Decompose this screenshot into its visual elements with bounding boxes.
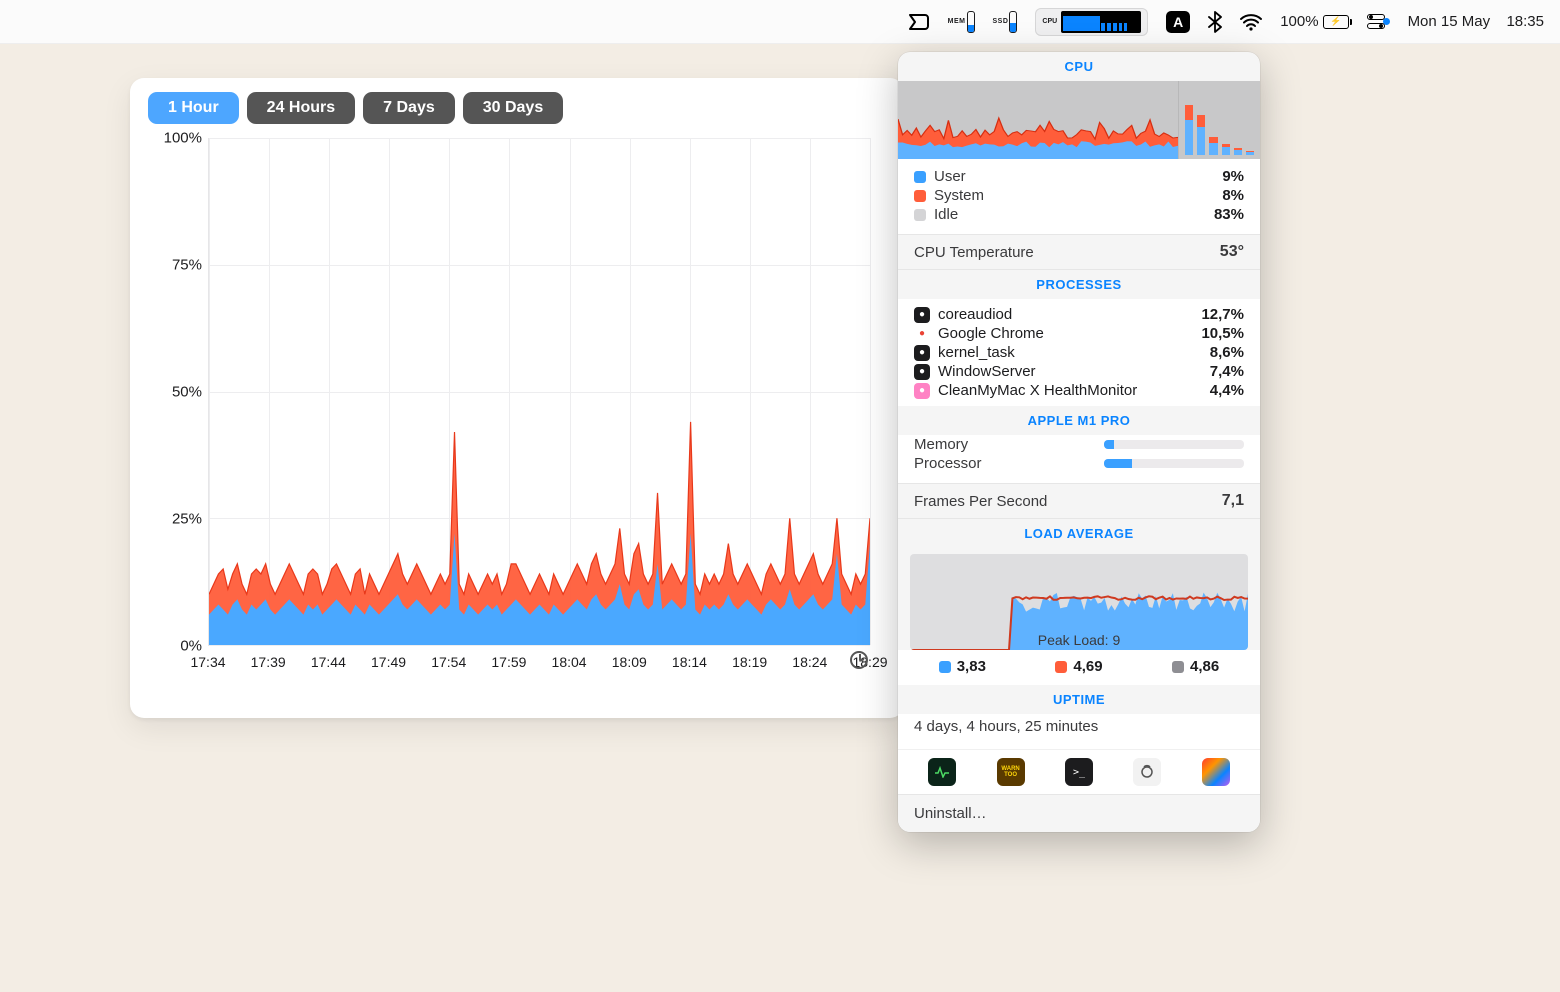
app-istat[interactable] bbox=[1202, 758, 1230, 786]
load-values: 3,83 4,69 4,86 bbox=[898, 650, 1260, 685]
y-tick: 75% bbox=[148, 257, 202, 274]
x-tick: 17:54 bbox=[431, 654, 466, 670]
load-average-graph: Peak Load: 9 bbox=[910, 554, 1248, 650]
ssd-label: SSD bbox=[993, 19, 1009, 25]
process-row: ●kernel_task8,6% bbox=[898, 343, 1260, 362]
app-shortcuts: WARNTOO >_ bbox=[898, 749, 1260, 794]
x-tick: 17:49 bbox=[371, 654, 406, 670]
fps-label: Frames Per Second bbox=[914, 493, 1047, 510]
menu-item-bluetooth[interactable] bbox=[1208, 11, 1222, 33]
cpu-mini-graph bbox=[898, 81, 1260, 159]
memory-label: MEM bbox=[948, 19, 966, 25]
popup-title: CPU bbox=[898, 52, 1260, 81]
y-tick: 50% bbox=[148, 384, 202, 401]
cpu-bars-icon bbox=[1061, 11, 1141, 33]
cpu-history-panel: 1 Hour 24 Hours 7 Days 30 Days 100% 75% 50… bbox=[130, 78, 904, 718]
x-tick: 18:09 bbox=[612, 654, 647, 670]
cpu-temperature-label: CPU Temperature bbox=[914, 244, 1034, 261]
usage-row: User9% bbox=[898, 167, 1260, 186]
tab-1-hour[interactable]: 1 Hour bbox=[148, 92, 239, 124]
fps-value: 7,1 bbox=[1222, 492, 1244, 510]
menu-item-battery[interactable]: 100% ⚡ bbox=[1280, 13, 1348, 30]
menu-item-control-center[interactable] bbox=[1367, 14, 1390, 29]
cpu-usage-list: User9%System8%Idle83% bbox=[898, 159, 1260, 234]
memory-label: Memory bbox=[914, 436, 968, 453]
tab-30-days[interactable]: 30 Days bbox=[463, 92, 564, 124]
menubar: MEM SSD CPU A 100% ⚡ Mon 15 May 18:35 bbox=[0, 0, 1560, 44]
memory-bar bbox=[1104, 440, 1244, 449]
x-tick: 18:14 bbox=[672, 654, 707, 670]
chip-bars: Memory Processor bbox=[898, 435, 1260, 483]
cpu-temperature-value: 53° bbox=[1220, 243, 1244, 261]
processor-bar bbox=[1104, 459, 1244, 468]
y-tick: 0% bbox=[148, 638, 202, 655]
y-tick: 100% bbox=[148, 130, 202, 147]
cpu-label: CPU bbox=[1042, 19, 1057, 25]
menu-item-clock[interactable]: Mon 15 May 18:35 bbox=[1408, 13, 1544, 30]
y-tick: 25% bbox=[148, 511, 202, 528]
x-tick: 17:39 bbox=[251, 654, 286, 670]
menubar-date: Mon 15 May bbox=[1408, 13, 1491, 30]
menu-item-app1[interactable] bbox=[908, 12, 930, 32]
usage-row: System8% bbox=[898, 186, 1260, 205]
cpu-temperature-row: CPU Temperature 53° bbox=[898, 234, 1260, 270]
battery-icon: ⚡ bbox=[1323, 15, 1349, 29]
x-tick: 18:24 bbox=[792, 654, 827, 670]
menu-item-memory[interactable]: MEM bbox=[948, 11, 975, 33]
menu-item-wifi[interactable] bbox=[1240, 13, 1262, 31]
process-row: ●coreaudiod12,7% bbox=[898, 305, 1260, 324]
bluetooth-icon bbox=[1208, 11, 1222, 33]
app-console[interactable]: WARNTOO bbox=[997, 758, 1025, 786]
uninstall-button[interactable]: Uninstall… bbox=[898, 794, 1260, 832]
process-list: ●coreaudiod12,7%●Google Chrome10,5%●kern… bbox=[898, 299, 1260, 406]
clock-icon bbox=[850, 651, 868, 669]
x-tick: 18:04 bbox=[552, 654, 587, 670]
fps-row: Frames Per Second 7,1 bbox=[898, 483, 1260, 519]
x-tick: 17:34 bbox=[190, 654, 225, 670]
battery-percent: 100% bbox=[1280, 13, 1318, 30]
processor-label: Processor bbox=[914, 455, 982, 472]
process-row: ●Google Chrome10,5% bbox=[898, 324, 1260, 343]
app-activity-monitor[interactable] bbox=[928, 758, 956, 786]
x-tick: 17:44 bbox=[311, 654, 346, 670]
menubar-time: 18:35 bbox=[1506, 13, 1544, 30]
uptime-value: 4 days, 4 hours, 25 minutes bbox=[898, 714, 1260, 749]
usage-row: Idle83% bbox=[898, 205, 1260, 224]
wifi-icon bbox=[1240, 13, 1262, 31]
chart-area: 100% 75% 50% 25% 0% 17:34 17:39 17:44 17:49 17:5… bbox=[148, 132, 886, 690]
tab-7-days[interactable]: 7 Days bbox=[363, 92, 455, 124]
app-system-info[interactable] bbox=[1133, 758, 1161, 786]
process-row: ●CleanMyMac X HealthMonitor4,4% bbox=[898, 381, 1260, 400]
chip-title: APPLE M1 PRO bbox=[898, 406, 1260, 435]
peak-load-label: Peak Load: 9 bbox=[910, 632, 1248, 648]
load-value: 3,83 bbox=[939, 658, 986, 675]
process-row: ●WindowServer7,4% bbox=[898, 362, 1260, 381]
menu-item-ssd[interactable]: SSD bbox=[993, 11, 1018, 33]
menu-item-cpu[interactable]: CPU bbox=[1035, 8, 1148, 36]
range-tabs: 1 Hour 24 Hours 7 Days 30 Days bbox=[148, 92, 886, 124]
x-tick: 17:59 bbox=[491, 654, 526, 670]
input-source-badge: A bbox=[1166, 11, 1190, 33]
load-title: LOAD AVERAGE bbox=[898, 519, 1260, 548]
app-terminal[interactable]: >_ bbox=[1065, 758, 1093, 786]
control-center-icon bbox=[1367, 14, 1385, 29]
processes-title: PROCESSES bbox=[898, 270, 1260, 299]
menu-item-keyboard-input[interactable]: A bbox=[1166, 11, 1190, 33]
x-tick: 18:19 bbox=[732, 654, 767, 670]
uptime-title: UPTIME bbox=[898, 685, 1260, 714]
tab-24-hours[interactable]: 24 Hours bbox=[247, 92, 355, 124]
load-value: 4,86 bbox=[1172, 658, 1219, 675]
cpu-popup: CPU User9%System8%Idle83% CPU Temperatur… bbox=[898, 52, 1260, 832]
load-value: 4,69 bbox=[1055, 658, 1102, 675]
